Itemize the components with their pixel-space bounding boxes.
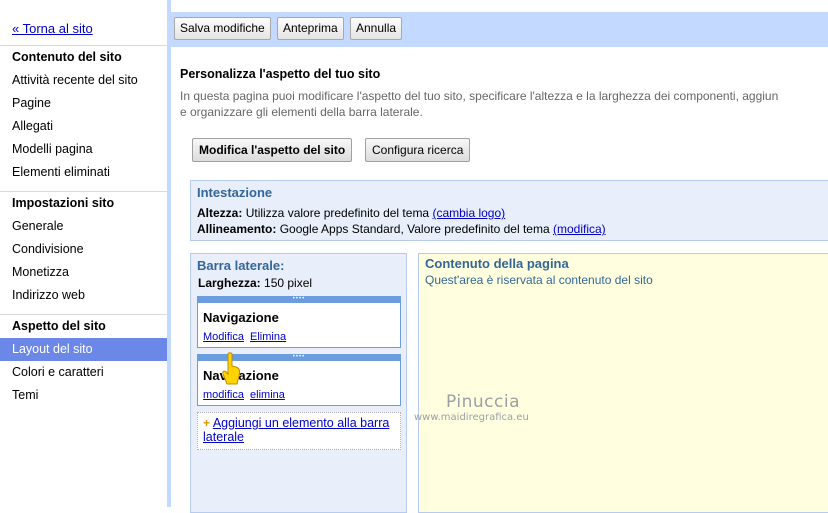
sidebar-width-row: Larghezza: 150 pixel bbox=[198, 276, 312, 290]
header-alignment-row: Allineamento: Google Apps Standard, Valo… bbox=[197, 222, 606, 236]
add-sidebar-element-link[interactable]: Aggiungi un elemento alla barra laterale bbox=[203, 416, 389, 444]
edit-widget-link[interactable]: Modifica bbox=[203, 331, 244, 343]
widget-links: Modifica Elimina bbox=[198, 331, 400, 343]
edit-widget-link[interactable]: modifica bbox=[203, 389, 244, 401]
height-label: Altezza: bbox=[197, 206, 243, 220]
content-panel-title: Contenuto della pagina bbox=[425, 256, 569, 271]
width-label: Larghezza: bbox=[198, 276, 261, 290]
nav-heading-settings: Impostazioni sito bbox=[12, 196, 115, 210]
nav-item-attachments[interactable]: Allegati bbox=[0, 115, 167, 138]
main-content: Personalizza l'aspetto del tuo sito In q… bbox=[171, 47, 828, 513]
settings-sidebar: « Torna al sito Contenuto del sito Attiv… bbox=[0, 0, 167, 507]
nav-item-web-address[interactable]: Indirizzo web bbox=[0, 284, 167, 307]
nav-item-sharing[interactable]: Condivisione bbox=[0, 238, 167, 261]
nav-heading-appearance: Aspetto del sito bbox=[12, 319, 106, 333]
sidebar-panel-title: Barra laterale: bbox=[197, 258, 285, 273]
modify-appearance-button[interactable]: Modifica l'aspetto del sito bbox=[192, 138, 353, 162]
nav-item-pages[interactable]: Pagine bbox=[0, 92, 167, 115]
description-line: In questa pagina puoi modificare l'aspet… bbox=[180, 89, 779, 103]
change-logo-link[interactable]: (cambia logo) bbox=[432, 206, 505, 220]
nav-item-colors-fonts[interactable]: Colori e caratteri bbox=[0, 361, 167, 384]
widget-title: Navigazione bbox=[203, 310, 279, 325]
sidebar-widget[interactable]: •••• Navigazione Modifica Elimina bbox=[197, 296, 401, 348]
save-button[interactable]: Salva modifiche bbox=[174, 17, 271, 40]
nav-item-themes[interactable]: Temi bbox=[0, 384, 167, 407]
height-value: Utilizza valore predefinito del tema bbox=[245, 206, 430, 220]
page-content-panel: Contenuto della pagina Quest'area è rise… bbox=[418, 253, 828, 513]
add-sidebar-element[interactable]: + Aggiungi un elemento alla barra latera… bbox=[197, 412, 401, 450]
header-settings-box: Intestazione Altezza: Utilizza valore pr… bbox=[190, 180, 828, 241]
content-panel-description: Quest'area è riservata al contenuto del … bbox=[425, 273, 653, 287]
description-line: e organizzare gli elementi della barra l… bbox=[180, 105, 423, 119]
nav-item-monetize[interactable]: Monetizza bbox=[0, 261, 167, 284]
watermark-url: www.maidiregrafica.eu bbox=[414, 412, 529, 423]
page-description: In questa pagina puoi modificare l'aspet… bbox=[180, 88, 828, 120]
modify-alignment-link[interactable]: (modifica) bbox=[553, 222, 606, 236]
alignment-value: Google Apps Standard, Valore predefinito… bbox=[279, 222, 550, 236]
nav-item-deleted-items[interactable]: Elementi eliminati bbox=[0, 161, 167, 184]
delete-widget-link[interactable]: elimina bbox=[250, 389, 285, 401]
action-toolbar: Salva modifiche Anteprima Annulla bbox=[171, 12, 828, 47]
nav-heading-content: Contenuto del sito bbox=[12, 50, 122, 64]
watermark-name: Pinuccia bbox=[446, 392, 520, 412]
nav-section-appearance: Aspetto del sito Layout del sito Colori … bbox=[0, 314, 167, 407]
alignment-label: Allineamento: bbox=[197, 222, 277, 236]
header-section-title: Intestazione bbox=[197, 185, 273, 200]
delete-widget-link[interactable]: Elimina bbox=[250, 331, 286, 343]
nav-item-page-templates[interactable]: Modelli pagina bbox=[0, 138, 167, 161]
configure-search-button[interactable]: Configura ricerca bbox=[365, 138, 471, 162]
plus-icon: + bbox=[203, 416, 211, 430]
nav-item-site-layout[interactable]: Layout del sito bbox=[0, 338, 167, 361]
nav-item-recent-activity[interactable]: Attività recente del sito bbox=[0, 69, 167, 92]
back-to-site-link[interactable]: « Torna al sito bbox=[12, 21, 93, 36]
cancel-button[interactable]: Annulla bbox=[350, 17, 403, 40]
nav-section-settings: Impostazioni sito Generale Condivisione … bbox=[0, 191, 167, 307]
width-value: 150 pixel bbox=[264, 276, 313, 290]
nav-section-content: Contenuto del sito Attività recente del … bbox=[0, 45, 167, 184]
header-height-row: Altezza: Utilizza valore predefinito del… bbox=[197, 206, 505, 220]
preview-button[interactable]: Anteprima bbox=[277, 17, 344, 40]
nav-item-general[interactable]: Generale bbox=[0, 215, 167, 238]
hand-cursor-icon bbox=[222, 352, 241, 385]
page-title: Personalizza l'aspetto del tuo sito bbox=[180, 67, 381, 81]
widget-links: modifica elimina bbox=[198, 389, 400, 401]
